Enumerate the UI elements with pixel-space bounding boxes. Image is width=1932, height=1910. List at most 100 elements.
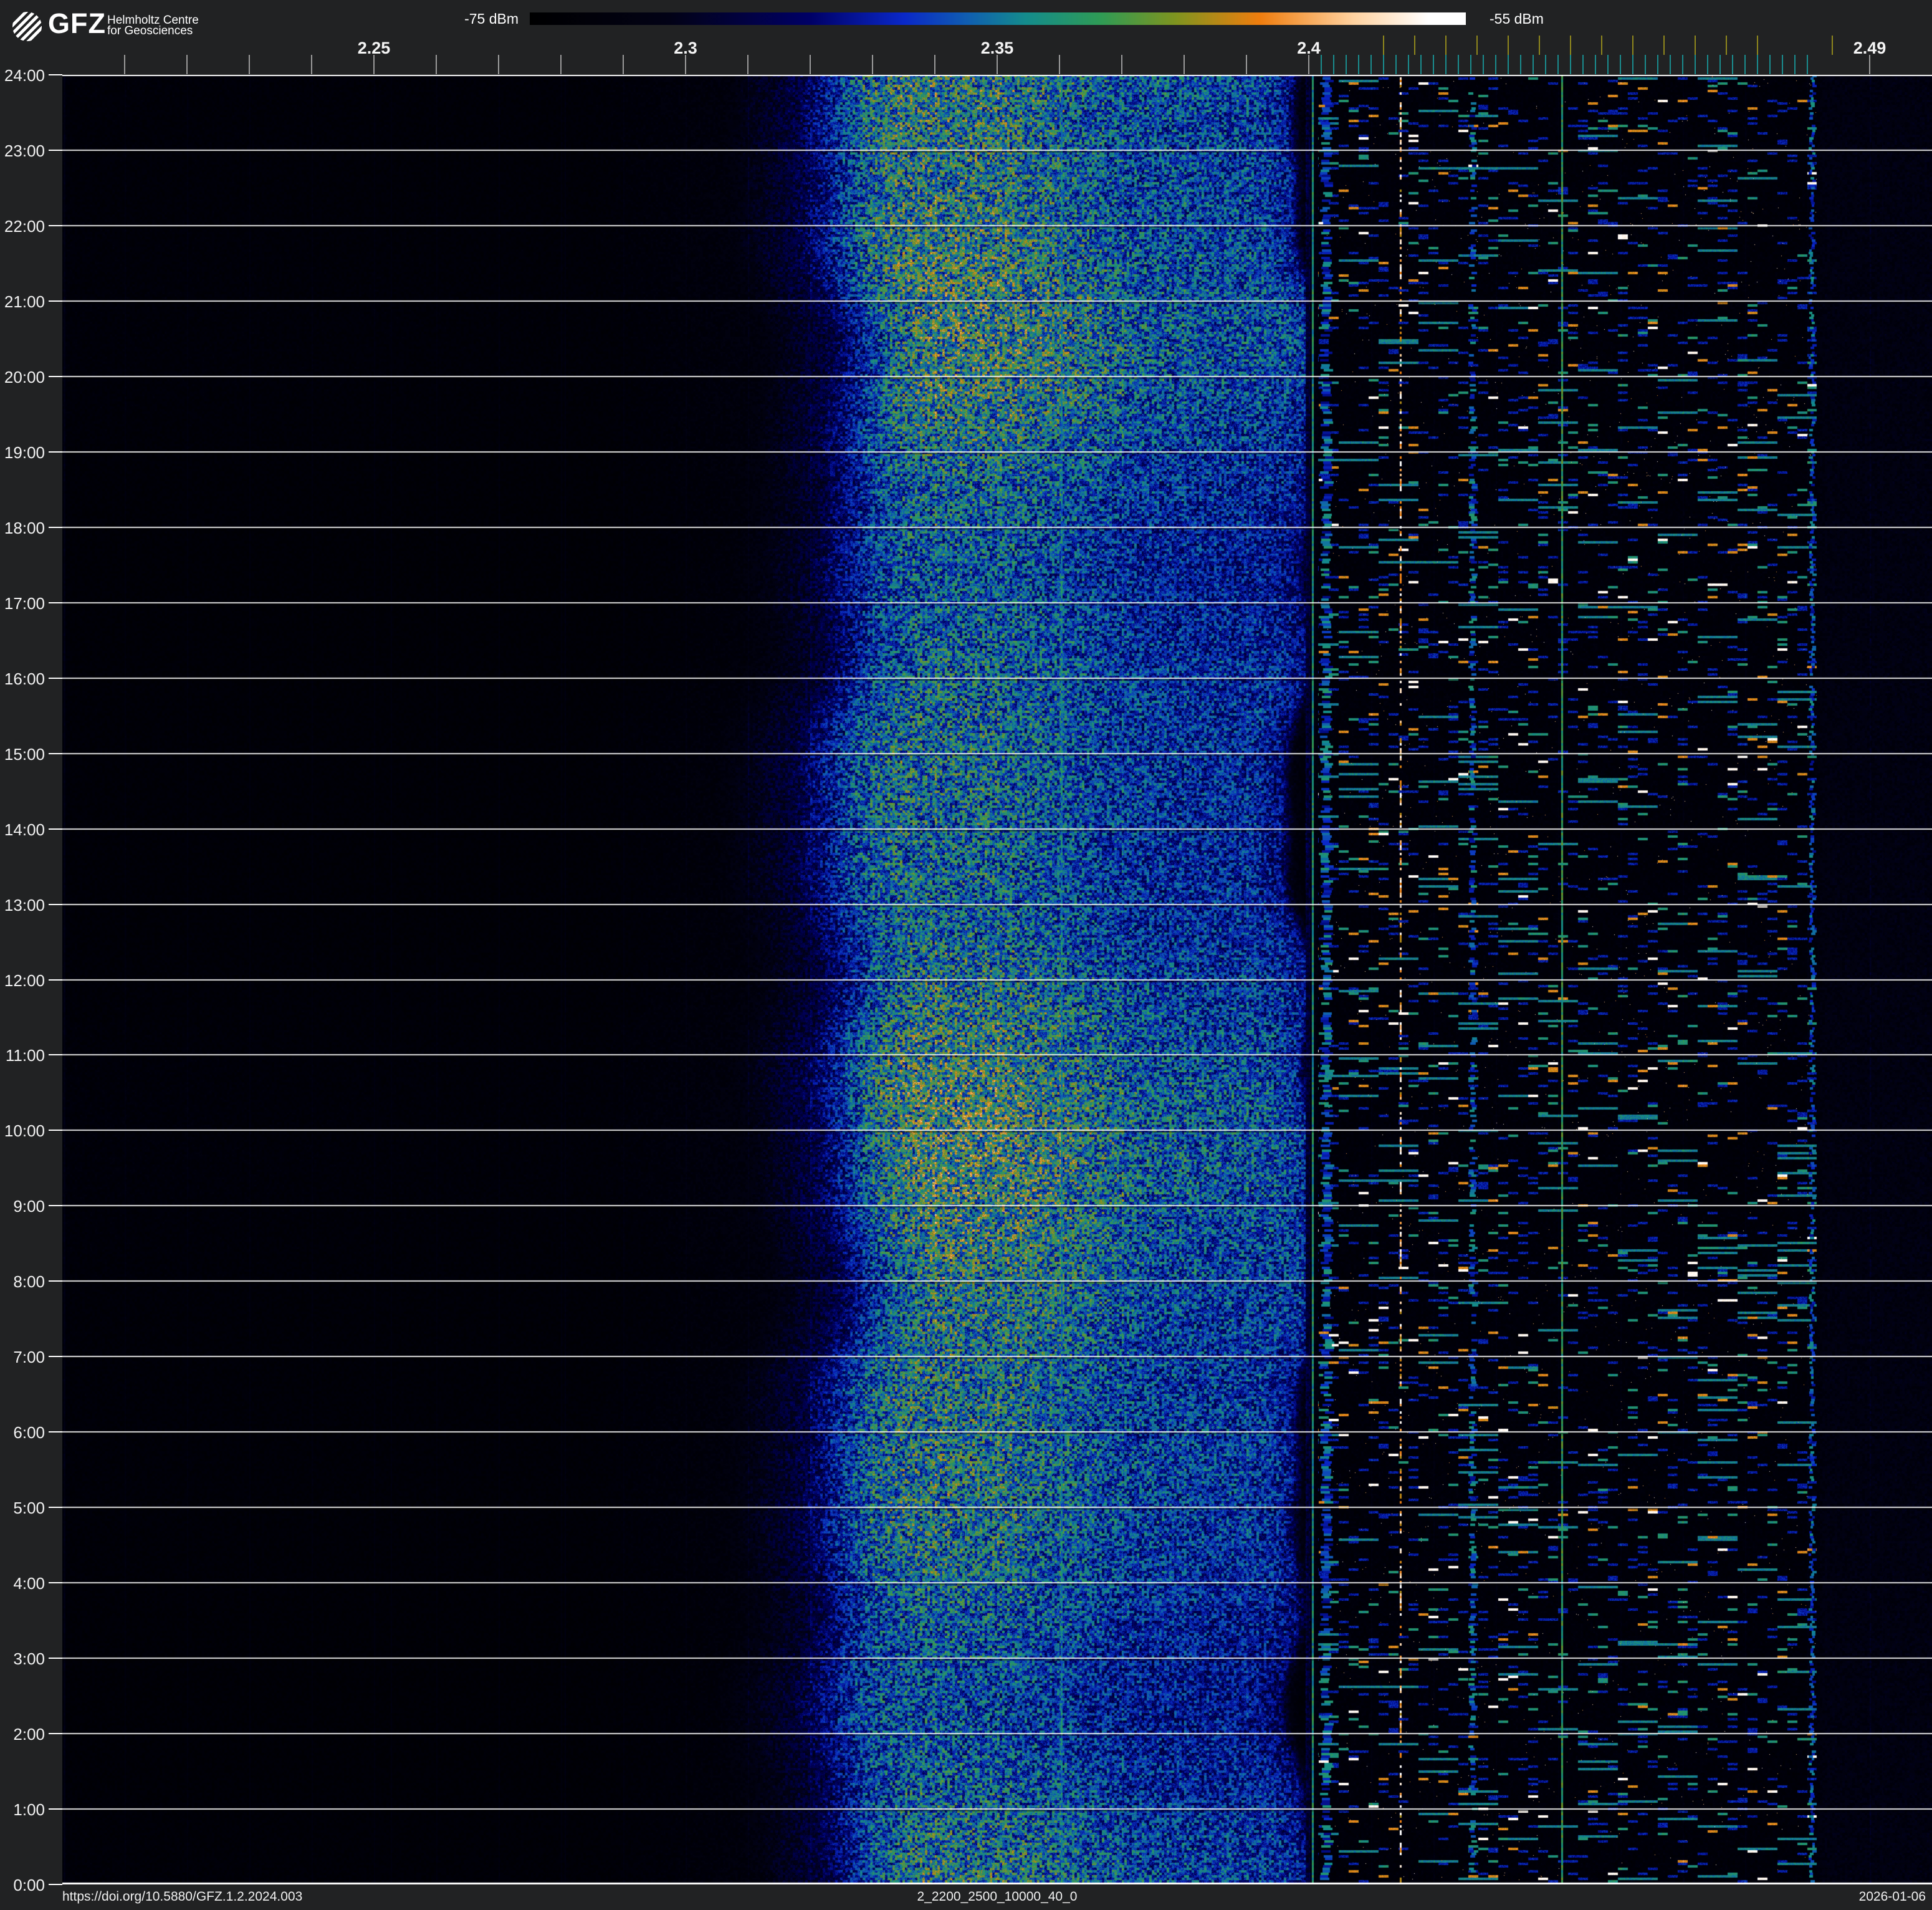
ble-channel-tick [1508, 55, 1509, 74]
ble-channel-tick [1632, 55, 1633, 74]
time-axis-tick [49, 150, 62, 151]
ble-channel-tick [1807, 55, 1808, 74]
gfz-logo-icon [12, 12, 42, 41]
time-axis-label: 6:00 [13, 1423, 45, 1442]
time-axis-label: 10:00 [4, 1121, 45, 1140]
freq-minor-tick [934, 55, 935, 74]
ble-channel-tick [1433, 55, 1434, 74]
time-axis-tick [49, 1507, 62, 1508]
colorbar-min-label: -75 dBm [464, 11, 519, 27]
freq-axis-label: 2.3 [674, 39, 697, 57]
time-axis-label: 12:00 [4, 971, 45, 990]
time-axis-tick [49, 1808, 62, 1810]
dataset-label: 2_2200_2500_10000_40_0 [917, 1889, 1078, 1904]
freq-minor-tick [124, 55, 125, 74]
time-axis-tick [49, 1582, 62, 1583]
wifi-channel-tick [1539, 36, 1540, 55]
freq-axis-label: 2.35 [980, 39, 1014, 57]
freq-minor-tick [1184, 55, 1185, 74]
time-axis-label: 8:00 [13, 1272, 45, 1291]
freq-minor-tick [872, 55, 873, 74]
ble-channel-tick [1682, 55, 1683, 74]
ble-channel-tick [1769, 55, 1771, 74]
time-axis-tick [49, 451, 62, 453]
colorbar-max-label: -55 dBm [1490, 11, 1544, 27]
ble-channel-tick [1607, 55, 1609, 74]
time-axis-label: 2:00 [13, 1725, 45, 1744]
doi-link[interactable]: https://doi.org/10.5880/GFZ.1.2.2024.003 [62, 1889, 302, 1904]
ble-channel-tick [1582, 55, 1584, 74]
spectrogram-page: GFZ Helmholtz Centre for Geosciences -75… [0, 0, 1932, 1910]
freq-axis-label: 2.25 [357, 39, 391, 57]
brand-subtitle: Helmholtz Centre for Geosciences [107, 14, 199, 37]
ble-channel-tick [1570, 55, 1571, 74]
time-axis-label: 20:00 [4, 368, 45, 386]
ble-channel-tick [1744, 55, 1746, 74]
time-axis-label: 19:00 [4, 443, 45, 462]
spectrogram-canvas [62, 75, 1932, 1884]
ble-channel-tick [1321, 55, 1322, 74]
brand-gfz: GFZ [48, 7, 106, 39]
time-axis-tick [49, 1431, 62, 1432]
freq-minor-tick [1246, 55, 1247, 74]
wifi-channel-tick [1414, 36, 1415, 55]
time-axis-label: 22:00 [4, 217, 45, 236]
freq-minor-tick [623, 55, 624, 74]
ble-channel-tick [1395, 55, 1397, 74]
ble-channel-tick [1333, 55, 1334, 74]
ble-channel-tick [1458, 55, 1459, 74]
freq-axis-label: 2.49 [1853, 39, 1887, 57]
time-axis-tick [49, 1884, 62, 1885]
freq-minor-tick [1121, 55, 1122, 74]
time-axis-tick [49, 753, 62, 754]
freq-minor-tick [311, 55, 312, 74]
time-axis-label: 4:00 [13, 1574, 45, 1593]
ble-channel-tick [1420, 55, 1422, 74]
ble-channel-tick [1645, 55, 1646, 74]
ble-channel-tick [1470, 55, 1471, 74]
time-axis-tick [49, 678, 62, 679]
time-axis-tick [49, 1054, 62, 1055]
time-axis-label: 21:00 [4, 292, 45, 311]
wifi-channel-tick [1757, 36, 1758, 55]
ble-channel-tick [1719, 55, 1721, 74]
ble-channel-tick [1408, 55, 1409, 74]
freq-minor-tick [810, 55, 811, 74]
time-axis-tick [49, 828, 62, 830]
ble-channel-tick [1595, 55, 1596, 74]
time-axis-label: 13:00 [4, 896, 45, 914]
ble-channel-tick [1533, 55, 1534, 74]
ble-channel-tick [1794, 55, 1796, 74]
time-axis-label: 16:00 [4, 669, 45, 688]
wifi-channel-tick [1663, 36, 1665, 55]
time-axis-tick [49, 1658, 62, 1659]
time-axis-tick [49, 1733, 62, 1734]
colorbar [530, 12, 1466, 25]
ble-channel-tick [1782, 55, 1783, 74]
wifi-channel-tick [1632, 36, 1633, 55]
wifi-channel-tick [1695, 36, 1696, 55]
time-axis-tick [49, 1205, 62, 1206]
wifi-channel-tick [1832, 36, 1833, 55]
freq-minor-tick [747, 55, 748, 74]
ble-channel-tick [1557, 55, 1559, 74]
ble-channel-tick [1732, 55, 1733, 74]
ble-channel-tick [1495, 55, 1496, 74]
time-axis-label: 14:00 [4, 820, 45, 839]
freq-axis-label: 2.4 [1297, 39, 1321, 57]
ble-channel-tick [1358, 55, 1359, 74]
time-axis-tick [49, 74, 62, 75]
time-axis-label: 1:00 [13, 1800, 45, 1819]
ble-channel-tick [1445, 55, 1447, 74]
time-axis-label: 5:00 [13, 1499, 45, 1517]
ble-channel-tick [1620, 55, 1621, 74]
ble-channel-tick [1370, 55, 1372, 74]
time-axis-label: 9:00 [13, 1197, 45, 1216]
time-axis-label: 24:00 [4, 66, 45, 85]
time-axis-tick [49, 1356, 62, 1357]
ble-channel-tick [1520, 55, 1521, 74]
ble-channel-tick [1757, 55, 1758, 74]
ble-channel-tick [1657, 55, 1658, 74]
wifi-channel-tick [1383, 36, 1384, 55]
time-axis-label: 0:00 [13, 1876, 45, 1894]
